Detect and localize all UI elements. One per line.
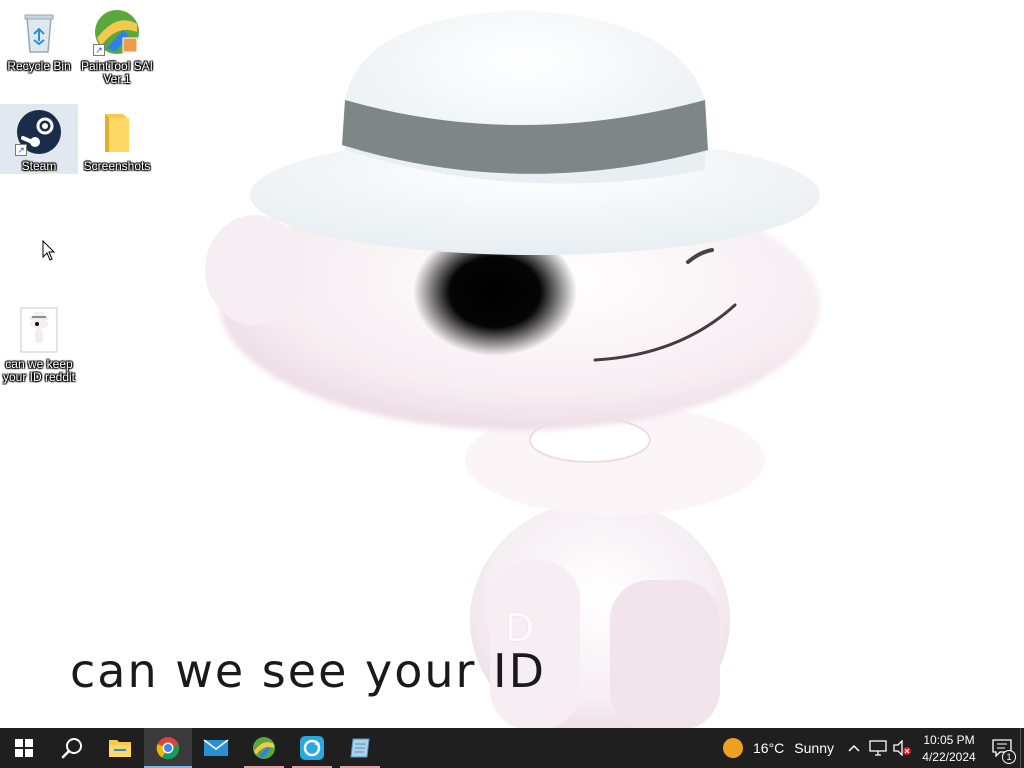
taskbar-file-explorer[interactable] [96, 728, 144, 768]
chevron-up-icon [848, 744, 860, 752]
sync-app-icon [300, 736, 324, 760]
recycle-bin-icon [15, 8, 63, 56]
search-button[interactable] [48, 728, 96, 768]
mail-icon [203, 739, 229, 756]
steam-icon: ↗ [15, 108, 63, 156]
file-explorer-icon [109, 740, 131, 757]
volume-button[interactable] [890, 728, 914, 768]
taskbar-chrome[interactable] [144, 728, 192, 768]
weather-widget[interactable]: 16°C Sunny [715, 728, 842, 768]
desktop-icon-label: Screenshots [83, 159, 151, 173]
wallpaper-caption: can we see your ID [70, 644, 547, 698]
painttool-sai-icon: ↗ [93, 8, 141, 56]
shortcut-arrow-icon: ↗ [15, 144, 27, 156]
desktop-icon-label: Recycle Bin [7, 59, 71, 73]
taskbar-sync-app[interactable] [288, 728, 336, 768]
painttool-sai-icon [253, 737, 275, 759]
weather-condition: Sunny [794, 740, 834, 756]
action-center-button[interactable]: 1 [984, 728, 1020, 768]
sun-icon [723, 738, 744, 758]
folder-icon [93, 108, 141, 156]
desktop-icon-label: Steam [21, 159, 57, 173]
taskbar-painttool-sai[interactable] [240, 728, 288, 768]
clock-date: 4/22/2024 [922, 750, 976, 764]
mouse-cursor-icon [42, 240, 56, 261]
desktop-icon-image-file[interactable]: can we keep your ID reddit [0, 302, 78, 384]
network-button[interactable] [866, 728, 890, 768]
taskbar: 16°C Sunny 10:05 PM 4/22/2024 1 [0, 728, 1024, 768]
desktop-icon-label: can we keep your ID reddit [2, 357, 76, 384]
clock-time: 10:05 PM [923, 733, 975, 747]
image-file-icon [15, 306, 63, 354]
taskbar-notepad-app[interactable] [336, 728, 384, 768]
desktop[interactable]: D can we see your ID Recycle Bin ↗ Paint… [0, 0, 1024, 728]
notification-count-badge: 1 [1002, 750, 1016, 764]
desktop-icon-recycle-bin[interactable]: Recycle Bin [0, 4, 78, 73]
clock[interactable]: 10:05 PM 4/22/2024 [914, 730, 984, 766]
weather-temp: 16°C [753, 740, 785, 756]
desktop-icon-screenshots[interactable]: Screenshots [78, 104, 156, 173]
volume-muted-icon [893, 740, 911, 756]
chrome-icon [156, 737, 180, 760]
windows-start-icon [15, 739, 33, 757]
taskbar-mail[interactable] [192, 728, 240, 768]
show-desktop-button[interactable] [1020, 728, 1024, 768]
desktop-icon-label: PaintTool SAI Ver.1 [80, 59, 154, 86]
search-icon [61, 738, 82, 759]
shortcut-arrow-icon: ↗ [93, 44, 105, 56]
start-button[interactable] [0, 728, 48, 768]
network-icon [869, 740, 887, 756]
desktop-icon-painttool-sai[interactable]: ↗ PaintTool SAI Ver.1 [78, 4, 156, 86]
notepad-icon [350, 738, 370, 758]
show-hidden-icons-button[interactable] [842, 728, 866, 768]
system-tray: 16°C Sunny 10:05 PM 4/22/2024 1 [715, 728, 1024, 768]
desktop-icon-steam[interactable]: ↗ Steam [0, 104, 78, 174]
